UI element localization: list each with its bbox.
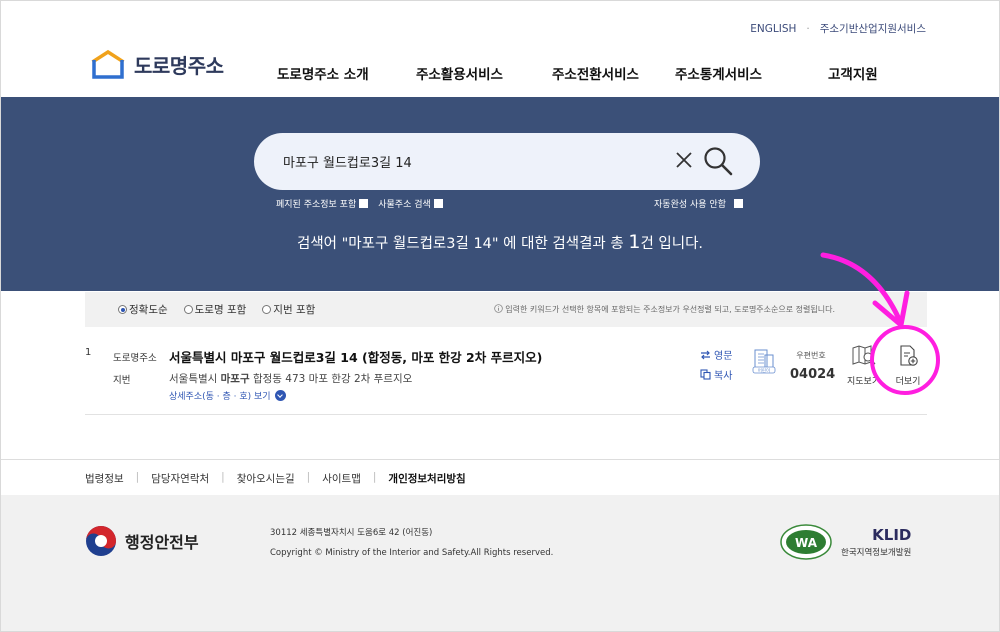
search-options: 폐지된 주소정보 포함 사물주소 검색: [276, 197, 443, 210]
footer-divider: |: [135, 471, 140, 483]
klid-logo: KLID 한국지역정보개발원: [841, 526, 911, 558]
footer-link-sitemap[interactable]: 사이트맵: [322, 471, 361, 486]
clear-icon[interactable]: [672, 148, 696, 172]
copy-icon: [700, 369, 711, 380]
result-summary: 검색어 "마포구 월드컵로3길 14" 에 대한 검색결과 총 1건 입니다.: [1, 231, 999, 253]
road-address: 서울특별시 마포구 월드컵로3길 14 (합정동, 마포 한강 2차 푸르지오): [169, 350, 543, 365]
ministry-logo: 행정안전부: [85, 525, 199, 557]
autocomplete-label: 자동완성 사용 안함: [654, 200, 726, 210]
search-box[interactable]: 마포구 월드컵로3길 14: [254, 133, 760, 190]
footer-divider: |: [306, 471, 311, 483]
info-icon: [494, 304, 504, 313]
sort-bar: 정확도순 도로명 포함 지번 포함 입력한 키워드가 선택한 항목에 포함되는 …: [85, 292, 927, 327]
more-label: 더보기: [895, 377, 921, 387]
radio-unchecked[interactable]: [183, 305, 193, 314]
utility-links: ENGLISH · 주소기반산업지원서비스: [750, 21, 926, 36]
english-link[interactable]: ENGLISH: [750, 23, 796, 35]
footer-link-law[interactable]: 법령정보: [85, 471, 124, 486]
footer-link-contact[interactable]: 담당자연락처: [151, 471, 209, 486]
object-option[interactable]: 사물주소 검색: [378, 197, 443, 210]
map-label: 지도보기: [847, 377, 877, 387]
autocomplete-checkbox[interactable]: [734, 199, 743, 208]
jibun-post: 합정동 473 마포 한강 2차 푸르지오: [249, 373, 413, 385]
ministry-name: 행정안전부: [125, 533, 199, 552]
footer-address: 30112 세종특별자치시 도움6로 42 (어진동): [270, 528, 433, 538]
result-number: 1: [85, 347, 92, 358]
result-suffix: 건 입니다.: [640, 236, 704, 252]
page: ENGLISH · 주소기반산업지원서비스 도로명주소 도로명주소 소개 주소활…: [1, 1, 999, 631]
radio-unchecked[interactable]: [262, 305, 272, 314]
sort-road-label: 도로명 포함: [194, 304, 247, 316]
detail-address-link[interactable]: 상세주소(동 · 층 · 호) 보기: [169, 389, 286, 402]
english-label: 영문: [714, 351, 733, 362]
object-label: 사물주소 검색: [378, 200, 431, 210]
sort-note-text: 입력한 키워드가 선택한 항목에 포함되는 주소정보가 우선정렬 되고, 도로명…: [505, 305, 835, 314]
klid-logo-text: KLID: [872, 526, 912, 544]
jibun-highlight: 마포구: [220, 373, 250, 385]
more-button[interactable]: 더보기: [891, 344, 925, 387]
document-plus-icon: [900, 345, 918, 366]
footer-link-privacy[interactable]: 개인정보처리방침: [388, 471, 465, 486]
footer-link-directions[interactable]: 찾아오시는길: [237, 471, 295, 486]
road-key: 도로명주소: [113, 353, 157, 364]
wa-certification-logo: WA: [780, 524, 832, 560]
nav-statistics-service[interactable]: 주소통계서비스: [675, 63, 762, 83]
building-label: 어린이: [758, 367, 770, 374]
util-separator: ·: [806, 22, 810, 35]
english-address-button[interactable]: 영문: [700, 347, 732, 362]
map-icon: [852, 345, 876, 365]
chevron-down-icon: [274, 390, 286, 401]
autocomplete-option[interactable]: 자동완성 사용 안함: [654, 197, 743, 210]
building-icon[interactable]: 어린이: [751, 347, 777, 375]
result-prefix: 검색어 "마포구 월드컵로3길 14" 에 대한 검색결과 총: [296, 236, 629, 252]
main-nav: 도로명주소 소개 주소활용서비스 주소전환서비스 주소통계서비스 고객지원: [1, 63, 999, 83]
sort-jibun[interactable]: 지번 포함: [262, 302, 315, 317]
jibun-key: 지번: [113, 375, 131, 386]
sort-accuracy[interactable]: 정확도순: [118, 302, 168, 317]
zipcode: 우편번호 04024: [790, 350, 836, 382]
swap-icon: [701, 350, 710, 359]
footer-copyright: Copyright © Ministry of the Interior and…: [270, 548, 554, 558]
search-input[interactable]: 마포구 월드컵로3길 14: [283, 152, 412, 171]
sort-options: 정확도순 도로명 포함 지번 포함: [118, 302, 315, 317]
sort-road[interactable]: 도로명 포함: [183, 302, 247, 317]
map-view-button[interactable]: 지도보기: [847, 344, 881, 387]
abolished-checkbox[interactable]: [359, 199, 369, 208]
abolished-option[interactable]: 폐지된 주소정보 포함: [276, 197, 369, 210]
taegeuk-logo-icon: [86, 526, 116, 556]
search-band: 마포구 월드컵로3길 14 폐지된 주소정보 포함 사물주소 검색 자동완성 사…: [1, 97, 999, 291]
industry-support-link[interactable]: 주소기반산업지원서비스: [820, 21, 926, 36]
nav-customer-support[interactable]: 고객지원: [828, 63, 878, 83]
wa-mark-text: WA: [795, 536, 818, 550]
zipcode-value: 04024: [790, 367, 836, 382]
jibun-address: 서울특별시 마포구 합정동 473 마포 한강 2차 푸르지오: [169, 371, 412, 386]
copy-button[interactable]: 복사: [700, 367, 732, 382]
footer-link-list: 법령정보 | 담당자연락처 | 찾아오시는길 | 사이트맵 | 개인정보처리방침: [85, 471, 466, 486]
zipcode-label: 우편번호: [796, 351, 826, 360]
footer: 행정안전부 30112 세종특별자치시 도움6로 42 (어진동) Copyri…: [1, 495, 999, 631]
footer-divider: |: [221, 471, 225, 483]
copy-label: 복사: [714, 371, 733, 382]
sort-note: 입력한 키워드가 선택한 항목에 포함되는 주소정보가 우선정렬 되고, 도로명…: [494, 304, 835, 315]
klid-name: 한국지역정보개발원: [841, 548, 912, 558]
footer-divider: |: [372, 471, 377, 483]
nav-intro[interactable]: 도로명주소 소개: [277, 63, 369, 83]
object-checkbox[interactable]: [433, 199, 443, 208]
detail-label: 상세주소(동 · 층 · 호) 보기: [169, 392, 271, 402]
nav-conversion-service[interactable]: 주소전환서비스: [552, 63, 639, 83]
abolished-label: 폐지된 주소정보 포함: [276, 200, 357, 210]
search-icon[interactable]: [702, 145, 734, 177]
result-row: 1 도로명주소 지번 서울특별시 마포구 월드컵로3길 14 (합정동, 마포 …: [85, 331, 927, 415]
result-count: 1: [628, 231, 641, 253]
radio-checked[interactable]: [118, 305, 127, 314]
footer-links: 법령정보 | 담당자연락처 | 찾아오시는길 | 사이트맵 | 개인정보처리방침: [1, 459, 999, 495]
sort-jibun-label: 지번 포함: [273, 304, 316, 316]
jibun-pre: 서울특별시: [169, 373, 221, 385]
nav-address-service[interactable]: 주소활용서비스: [416, 63, 503, 83]
sort-accuracy-label: 정확도순: [129, 304, 168, 316]
